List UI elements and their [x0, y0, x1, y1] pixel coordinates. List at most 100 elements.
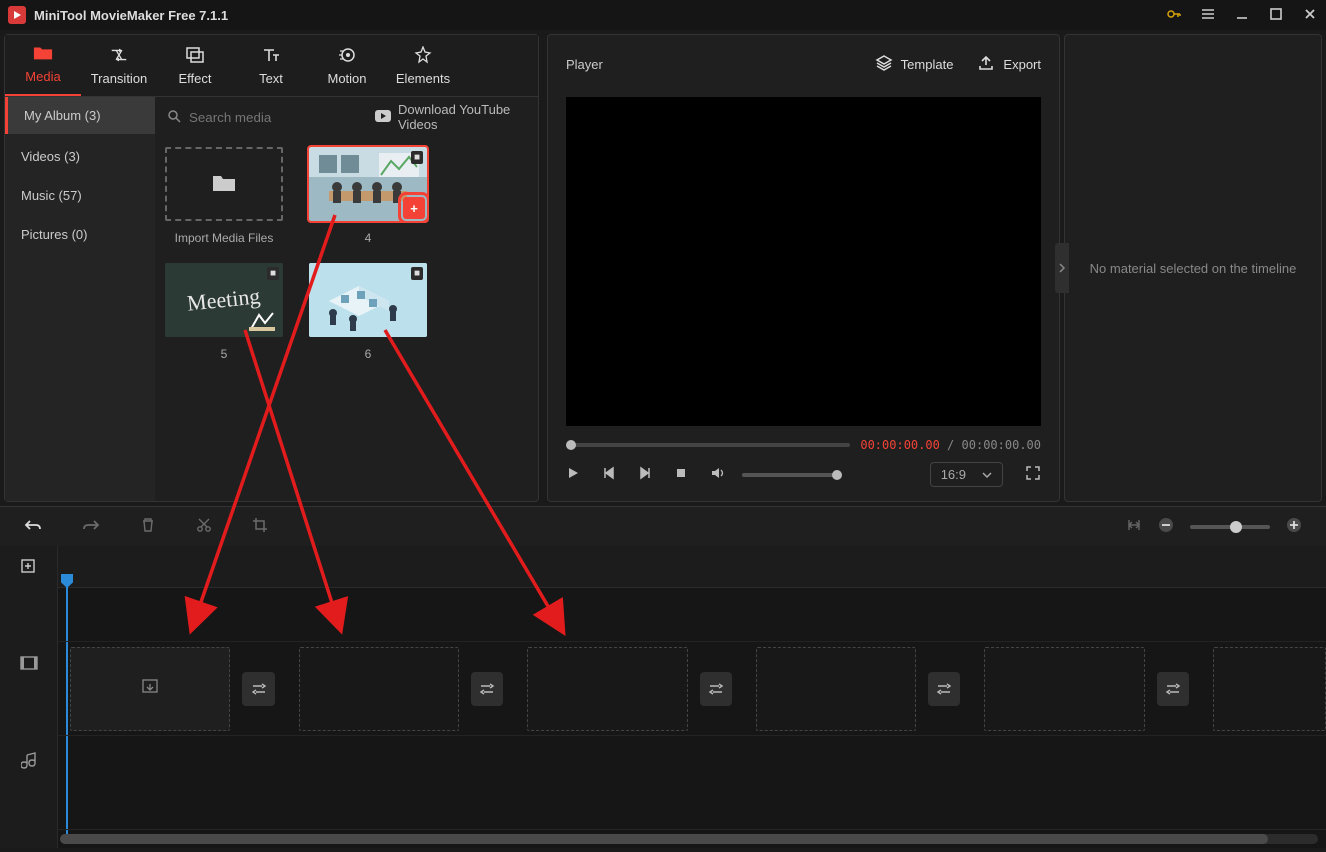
menu-icon[interactable]	[1200, 6, 1216, 25]
sidebar-item-pictures[interactable]: Pictures (0)	[5, 215, 155, 254]
tab-media[interactable]: Media	[5, 33, 81, 96]
video-badge-icon: ■	[411, 151, 423, 164]
zoom-out-button[interactable]	[1158, 517, 1174, 536]
maximize-icon[interactable]	[1268, 7, 1284, 24]
transition-placeholder[interactable]	[1157, 672, 1189, 706]
search-input[interactable]	[189, 110, 366, 125]
delete-button[interactable]	[140, 517, 156, 536]
sidebar-item-label: Music (57)	[21, 188, 82, 203]
folder-icon	[211, 172, 237, 197]
audio-track-icon	[0, 740, 57, 782]
export-label: Export	[1003, 57, 1041, 72]
video-track-icon	[0, 642, 57, 684]
undo-button[interactable]	[24, 518, 42, 535]
sidebar-item-my-album[interactable]: My Album (3)	[5, 97, 155, 134]
redo-button[interactable]	[82, 518, 100, 535]
motion-icon	[337, 45, 357, 65]
tab-motion[interactable]: Motion	[309, 35, 385, 96]
timeline-slot[interactable]	[527, 647, 687, 731]
tab-transition[interactable]: Transition	[81, 35, 157, 96]
timeline-slot[interactable]	[756, 647, 916, 731]
download-youtube-button[interactable]: Download YouTube Videos	[374, 102, 526, 132]
timeline-slot[interactable]	[70, 647, 230, 731]
import-media-label: Import Media Files	[175, 231, 274, 245]
tab-effect-label: Effect	[178, 71, 211, 86]
volume-button[interactable]	[710, 466, 726, 483]
titlebar: MiniTool MovieMaker Free 7.1.1	[0, 0, 1326, 30]
app-title: MiniTool MovieMaker Free 7.1.1	[34, 8, 228, 23]
video-preview[interactable]	[566, 97, 1041, 426]
video-badge-icon: ■	[411, 267, 423, 280]
timeline-ruler[interactable]	[58, 546, 1326, 588]
search-icon	[167, 109, 181, 126]
transition-placeholder[interactable]	[471, 672, 503, 706]
tab-motion-label: Motion	[327, 71, 366, 86]
chevron-down-icon	[982, 467, 992, 482]
timeline[interactable]	[0, 546, 1326, 848]
timeline-audio-track[interactable]	[58, 736, 1326, 830]
timeline-video-track[interactable]	[58, 642, 1326, 736]
zoom-slider[interactable]	[1190, 525, 1270, 529]
player-seek-bar[interactable]	[566, 443, 850, 447]
timeline-slot[interactable]	[984, 647, 1144, 731]
crop-button[interactable]	[252, 517, 268, 536]
window-controls	[1166, 6, 1318, 25]
sidebar-item-videos[interactable]: Videos (3)	[5, 137, 155, 176]
template-icon	[875, 54, 893, 75]
media-item-label: 4	[365, 231, 372, 245]
template-label: Template	[901, 57, 954, 72]
next-frame-button[interactable]	[638, 466, 652, 483]
main-tabs: Media Transition Effect Text Motion Elem…	[5, 35, 538, 97]
player-title: Player	[566, 57, 603, 72]
tab-text[interactable]: Text	[233, 35, 309, 96]
minimize-icon[interactable]	[1234, 7, 1250, 24]
media-item-label: 6	[365, 347, 372, 361]
tab-elements-label: Elements	[396, 71, 450, 86]
play-button[interactable]	[566, 466, 580, 483]
zoom-in-button[interactable]	[1286, 517, 1302, 536]
timeline-slot[interactable]	[1213, 647, 1326, 731]
tab-elements[interactable]: Elements	[385, 35, 461, 96]
license-key-icon[interactable]	[1166, 6, 1182, 25]
timeline-slot[interactable]	[299, 647, 459, 731]
player-pane: Player Template Export 00:00:00.00 / 00:…	[547, 34, 1060, 502]
media-item-4[interactable]: ■ + 4	[309, 147, 427, 245]
aspect-ratio-value: 16:9	[941, 467, 966, 482]
export-button[interactable]: Export	[977, 54, 1041, 75]
close-icon[interactable]	[1302, 7, 1318, 24]
aspect-ratio-select[interactable]: 16:9	[930, 462, 1003, 487]
youtube-icon	[374, 109, 392, 126]
prev-frame-button[interactable]	[602, 466, 616, 483]
fullscreen-button[interactable]	[1025, 465, 1041, 484]
timeline-scrollbar[interactable]	[60, 834, 1318, 844]
timeline-spacer-track	[58, 588, 1326, 642]
media-item-5[interactable]: Meeting ■ 5	[165, 263, 283, 361]
tab-media-label: Media	[25, 69, 60, 84]
transition-icon	[109, 45, 129, 65]
add-track-button[interactable]	[0, 546, 57, 588]
collapse-inspector-button[interactable]	[1055, 243, 1069, 293]
video-badge-icon: ■	[267, 267, 279, 280]
sidebar-item-music[interactable]: Music (57)	[5, 176, 155, 215]
timeline-toolbar	[0, 506, 1326, 546]
app-logo-icon	[8, 6, 26, 24]
transition-placeholder[interactable]	[242, 672, 274, 706]
template-button[interactable]: Template	[875, 54, 954, 75]
transition-placeholder[interactable]	[928, 672, 960, 706]
media-item-6[interactable]: ■ 6	[309, 263, 427, 361]
transition-placeholder[interactable]	[700, 672, 732, 706]
fit-timeline-button[interactable]	[1126, 517, 1142, 536]
tab-effect[interactable]: Effect	[157, 35, 233, 96]
sidebar-item-label: Videos (3)	[21, 149, 80, 164]
text-icon	[261, 45, 281, 65]
media-grid: Import Media Files	[155, 137, 538, 501]
split-button[interactable]	[196, 517, 212, 536]
import-media-button[interactable]: Import Media Files	[165, 147, 283, 245]
sidebar-item-label: Pictures (0)	[21, 227, 87, 242]
thumbnail-art	[309, 263, 427, 337]
add-to-timeline-button[interactable]: +	[403, 197, 425, 219]
download-youtube-label: Download YouTube Videos	[398, 102, 526, 132]
elements-icon	[413, 45, 433, 65]
stop-button[interactable]	[674, 466, 688, 483]
volume-slider[interactable]	[742, 473, 842, 477]
